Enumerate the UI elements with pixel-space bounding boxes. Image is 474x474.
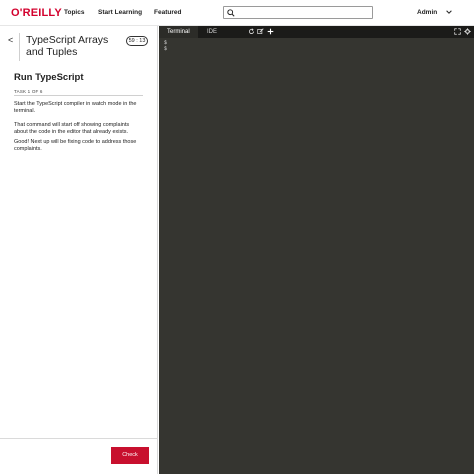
task-divider: [14, 95, 143, 96]
fullscreen-icon[interactable]: [454, 28, 461, 35]
terminal-output[interactable]: $ $: [159, 38, 474, 474]
task-paragraph-2: That command will start off showing comp…: [14, 122, 130, 135]
tab-ide[interactable]: IDE: [199, 26, 225, 38]
add-icon[interactable]: [267, 28, 274, 35]
lesson-panel: < TypeScript Arrays and Tuples 59 : 13 R…: [0, 26, 158, 474]
task-paragraph-3: Good! Next up will be fixing code to add…: [14, 139, 137, 152]
user-menu-label[interactable]: Admin: [417, 9, 437, 16]
top-nav: O'REILLY Topics Start Learning Featured …: [0, 0, 474, 26]
nav-link-start-learning[interactable]: Start Learning: [98, 9, 142, 16]
header-divider: [19, 33, 20, 61]
gear-icon[interactable]: [464, 28, 471, 35]
back-button[interactable]: <: [8, 35, 13, 45]
timer-badge: 59 : 13: [126, 36, 148, 46]
oreilly-logo[interactable]: O'REILLY: [11, 7, 62, 19]
edit-icon[interactable]: [257, 28, 264, 35]
footer-divider: [0, 438, 158, 439]
refresh-icon[interactable]: [248, 28, 255, 35]
search-box[interactable]: [223, 6, 373, 19]
chevron-down-icon[interactable]: [445, 8, 453, 16]
lesson-title: TypeScript Arrays and Tuples: [26, 34, 109, 58]
tab-terminal[interactable]: Terminal: [159, 26, 198, 38]
task-heading: Run TypeScript: [14, 72, 84, 83]
task-paragraph-1: Start the TypeScript compiler in watch m…: [14, 101, 137, 114]
search-icon: [227, 9, 235, 17]
check-button[interactable]: Check: [111, 447, 149, 464]
terminal-tab-bar: Terminal IDE: [159, 26, 474, 38]
terminal-prompt-line: $: [164, 46, 168, 52]
task-counter: TASK 1 OF 6: [14, 89, 43, 94]
nav-link-topics[interactable]: Topics: [64, 9, 84, 16]
nav-link-featured[interactable]: Featured: [154, 9, 181, 16]
search-input[interactable]: [237, 8, 369, 17]
terminal-area: Terminal IDE $ $: [159, 26, 474, 474]
